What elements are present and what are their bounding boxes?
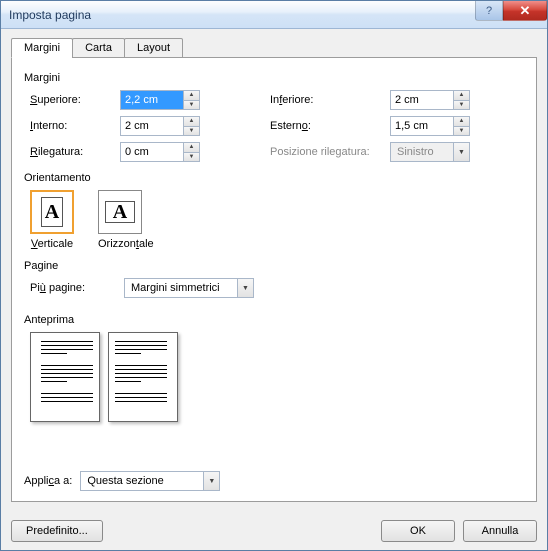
spinner-interno[interactable]: ▲▼ bbox=[120, 116, 200, 136]
combo-posizione: Sinistro ▼ bbox=[390, 142, 470, 162]
orientation-portrait-icon[interactable]: A bbox=[30, 190, 74, 234]
spinner-rilegatura[interactable]: ▲▼ bbox=[120, 142, 200, 162]
label-posizione: Posizione rilegatura: bbox=[270, 146, 390, 158]
combo-applica[interactable]: Questa sezione ▼ bbox=[80, 471, 220, 491]
group-margini-label: Margini bbox=[24, 72, 524, 84]
tab-panel: Margini Superiore: ▲▼ Inferiore: ▲▼ Inte… bbox=[11, 57, 537, 502]
footer: Predefinito... OK Annulla bbox=[1, 512, 547, 550]
preview-row bbox=[30, 332, 524, 422]
spin-up-icon[interactable]: ▲ bbox=[454, 91, 469, 101]
label-piu-pagine: Più pagine: bbox=[30, 282, 114, 294]
pages-row: Più pagine: Margini simmetrici ▼ bbox=[30, 278, 524, 298]
window-title: Imposta pagina bbox=[9, 8, 91, 22]
spin-up-icon[interactable]: ▲ bbox=[184, 117, 199, 127]
spin-up-icon[interactable]: ▲ bbox=[184, 91, 199, 101]
label-rilegatura: Rilegatura: bbox=[30, 146, 120, 158]
tab-layout[interactable]: Layout bbox=[124, 38, 183, 58]
chevron-down-icon[interactable]: ▼ bbox=[203, 472, 219, 490]
combo-posizione-text: Sinistro bbox=[391, 146, 453, 158]
spin-down-icon[interactable]: ▼ bbox=[184, 101, 199, 110]
help-button[interactable]: ? bbox=[475, 1, 503, 21]
tab-margini[interactable]: Margini bbox=[11, 38, 73, 58]
input-interno[interactable] bbox=[121, 117, 183, 135]
predefinito-button[interactable]: Predefinito... bbox=[11, 520, 103, 542]
spin-down-icon[interactable]: ▼ bbox=[454, 101, 469, 110]
preview-page-left bbox=[30, 332, 100, 422]
spinner-inferiore[interactable]: ▲▼ bbox=[390, 90, 470, 110]
orientation-verticale-label: Verticale bbox=[30, 238, 74, 250]
dialog-window: Imposta pagina ? ✕ Margini Carta Layout … bbox=[0, 0, 548, 551]
preview-page-right bbox=[108, 332, 178, 422]
spin-down-icon[interactable]: ▼ bbox=[184, 153, 199, 162]
spin-down-icon[interactable]: ▼ bbox=[454, 127, 469, 136]
label-applica: Applica a: bbox=[24, 475, 72, 487]
orientation-verticale[interactable]: A Verticale bbox=[30, 190, 74, 250]
group-orientamento-label: Orientamento bbox=[24, 172, 524, 184]
label-interno: Interno: bbox=[30, 120, 120, 132]
group-pagine-label: Pagine bbox=[24, 260, 524, 272]
spin-down-icon[interactable]: ▼ bbox=[184, 127, 199, 136]
label-superiore: Superiore: bbox=[30, 94, 120, 106]
spinner-esterno[interactable]: ▲▼ bbox=[390, 116, 470, 136]
close-button[interactable]: ✕ bbox=[503, 1, 547, 21]
chevron-down-icon[interactable]: ▼ bbox=[237, 279, 253, 297]
input-inferiore[interactable] bbox=[391, 91, 453, 109]
combo-applica-text: Questa sezione bbox=[81, 475, 203, 487]
orientation-orizzontale-label: Orizzontale bbox=[98, 238, 154, 250]
spin-up-icon[interactable]: ▲ bbox=[184, 143, 199, 153]
label-esterno: Esterno: bbox=[270, 120, 390, 132]
spin-up-icon[interactable]: ▲ bbox=[454, 117, 469, 127]
orientation-orizzontale[interactable]: A Orizzontale bbox=[98, 190, 154, 250]
ok-button[interactable]: OK bbox=[381, 520, 455, 542]
input-superiore[interactable] bbox=[121, 91, 183, 109]
input-rilegatura[interactable] bbox=[121, 143, 183, 161]
combo-piu-pagine[interactable]: Margini simmetrici ▼ bbox=[124, 278, 254, 298]
group-anteprima-label: Anteprima bbox=[24, 314, 524, 326]
orientation-row: A Verticale A Orizzontale bbox=[30, 190, 524, 250]
input-esterno[interactable] bbox=[391, 117, 453, 135]
combo-piu-pagine-text: Margini simmetrici bbox=[125, 282, 237, 294]
titlebar: Imposta pagina ? ✕ bbox=[1, 1, 547, 29]
tab-carta[interactable]: Carta bbox=[72, 38, 125, 58]
margins-grid: Superiore: ▲▼ Inferiore: ▲▼ Interno: ▲▼ bbox=[30, 90, 524, 162]
label-inferiore: Inferiore: bbox=[270, 94, 390, 106]
spinner-superiore[interactable]: ▲▼ bbox=[120, 90, 200, 110]
apply-row: Applica a: Questa sezione ▼ bbox=[24, 471, 220, 491]
orientation-landscape-icon[interactable]: A bbox=[98, 190, 142, 234]
titlebar-buttons: ? ✕ bbox=[475, 1, 547, 21]
annulla-button[interactable]: Annulla bbox=[463, 520, 537, 542]
dialog-body: Margini Carta Layout Margini Superiore: … bbox=[1, 29, 547, 512]
chevron-down-icon: ▼ bbox=[453, 143, 469, 161]
tab-bar: Margini Carta Layout bbox=[11, 38, 537, 58]
